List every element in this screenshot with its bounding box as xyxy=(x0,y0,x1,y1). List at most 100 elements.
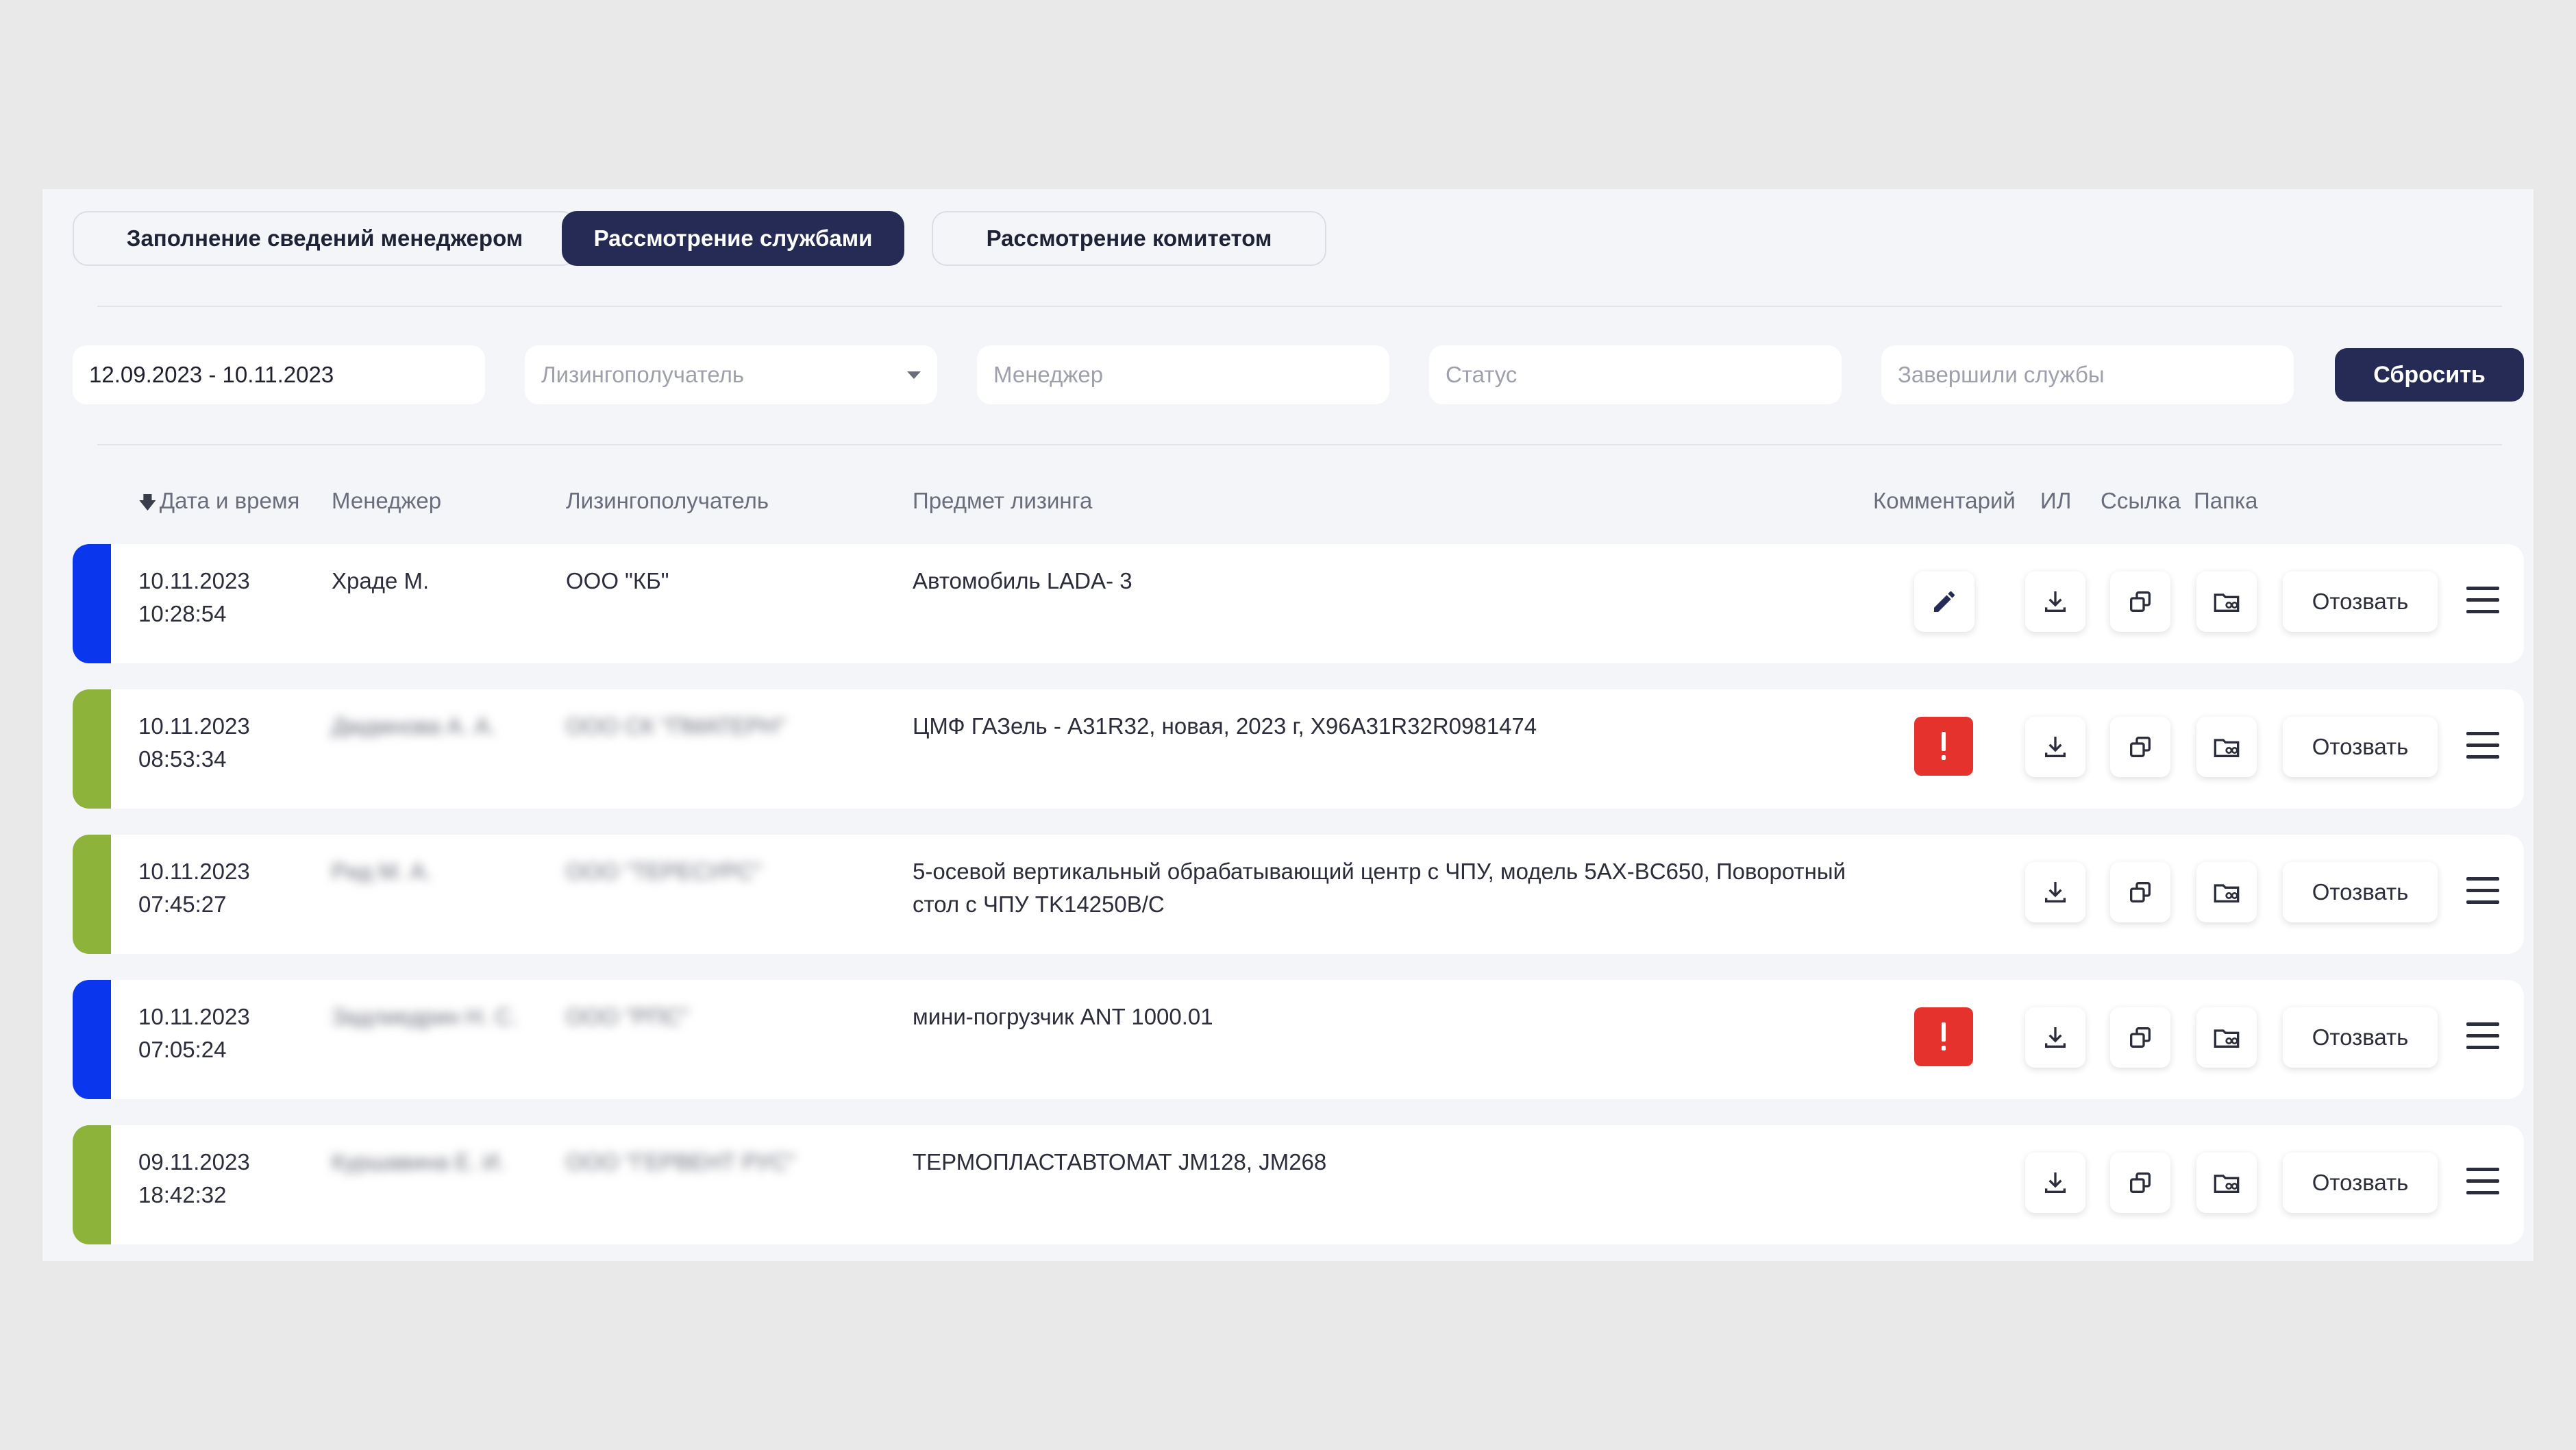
copy-icon xyxy=(2130,591,2151,612)
row-subject-line2: стол с ЧПУ TK14250B/C xyxy=(913,892,1165,917)
lessee-select[interactable]: Лизингополучатель xyxy=(525,345,937,404)
row-time: 07:05:24 xyxy=(138,1037,227,1062)
row-subject: Автомобиль LADA- 3 xyxy=(913,568,1132,593)
divider xyxy=(97,306,2502,307)
download-icon xyxy=(2045,1027,2066,1048)
panel: Заполнение сведений менеджером Рассмотре… xyxy=(42,189,2534,1261)
copy-icon xyxy=(2130,737,2151,757)
download-button[interactable] xyxy=(2025,717,2085,777)
row-menu-icon[interactable] xyxy=(2466,877,2499,905)
column-header-link: Ссылка xyxy=(2101,488,2181,513)
download-icon xyxy=(2045,882,2066,902)
warning-icon xyxy=(1942,732,1946,760)
row-lessee: ООО "ГЕРВЕНТ РУС" xyxy=(566,1149,795,1175)
warning-icon xyxy=(1942,1022,1946,1050)
folder-icon xyxy=(2214,1029,2240,1048)
download-button[interactable] xyxy=(2025,862,2085,922)
sort-down-icon: 🡇 xyxy=(138,492,157,513)
column-header-lessee: Лизингополучатель xyxy=(566,488,769,513)
row-menu-icon[interactable] xyxy=(2466,1168,2499,1195)
completed-services-input[interactable] xyxy=(1881,345,2294,404)
pencil-icon xyxy=(1934,591,1955,612)
folder-icon xyxy=(2214,739,2240,757)
download-icon xyxy=(2045,1172,2066,1193)
column-header-datetime[interactable]: 🡇 Дата и время xyxy=(138,488,299,520)
row-subject: ЦМФ ГАЗель - А31R32, новая, 2023 г, X96А… xyxy=(913,713,1537,739)
recall-button[interactable]: Отозвать xyxy=(2283,1007,2438,1068)
status-stripe xyxy=(73,835,111,954)
status-stripe xyxy=(73,689,111,809)
row-subject: 5-осевой вертикальный обрабатывающий цен… xyxy=(913,859,1846,884)
row-manager: Дмдмнова А. А. xyxy=(332,713,496,739)
row-manager: Храде М. xyxy=(332,568,430,593)
row-time: 08:53:34 xyxy=(138,746,227,772)
row-menu-icon[interactable] xyxy=(2466,1022,2499,1050)
table-row[interactable]: 09.11.2023 18:42:32 Куршавина Е. И. ООО … xyxy=(73,1125,2524,1244)
copy-icon xyxy=(2130,1172,2151,1193)
row-subject: мини-погрузчик ANT 1000.01 xyxy=(913,1004,1213,1029)
chevron-down-icon xyxy=(907,371,921,379)
column-header-comment: Комментарий xyxy=(1873,488,2016,513)
copy-link-button[interactable] xyxy=(2110,1007,2170,1068)
open-folder-button[interactable] xyxy=(2196,862,2257,922)
download-button[interactable] xyxy=(2025,572,2085,632)
row-date: 10.11.2023 xyxy=(138,713,250,739)
tab-manager-info[interactable]: Заполнение сведений менеджером xyxy=(73,211,577,266)
recall-button[interactable]: Отозвать xyxy=(2283,572,2438,632)
status-stripe xyxy=(73,544,111,663)
recall-button[interactable]: Отозвать xyxy=(2283,717,2438,777)
folder-icon xyxy=(2214,593,2240,612)
comment-warning-button[interactable] xyxy=(1914,717,1973,776)
open-folder-button[interactable] xyxy=(2196,1153,2257,1213)
row-lessee: ООО "РПС" xyxy=(566,1004,689,1029)
status-input[interactable] xyxy=(1429,345,1842,404)
download-icon xyxy=(2045,591,2066,612)
folder-icon xyxy=(2214,884,2240,902)
download-button[interactable] xyxy=(2025,1153,2085,1213)
download-button[interactable] xyxy=(2025,1007,2085,1068)
open-folder-button[interactable] xyxy=(2196,1007,2257,1068)
column-header-subject: Предмет лизинга xyxy=(913,488,1093,513)
edit-comment-button[interactable] xyxy=(1914,572,1974,632)
manager-input[interactable] xyxy=(977,345,1389,404)
lessee-select-placeholder: Лизингополучатель xyxy=(541,362,745,387)
row-menu-icon[interactable] xyxy=(2466,732,2499,759)
copy-icon xyxy=(2130,1027,2151,1048)
tab-services-review[interactable]: Рассмотрение службами xyxy=(562,211,904,266)
column-header-folder: Папка xyxy=(2194,488,2258,513)
column-header-manager: Менеджер xyxy=(332,488,442,513)
row-time: 10:28:54 xyxy=(138,601,227,626)
row-date: 10.11.2023 xyxy=(138,1004,250,1029)
copy-link-button[interactable] xyxy=(2110,862,2170,922)
table-row[interactable]: 10.11.2023 07:45:27 Рид М. А. ООО "ТЕРЕС… xyxy=(73,835,2524,954)
row-menu-icon[interactable] xyxy=(2466,587,2499,614)
recall-button[interactable]: Отозвать xyxy=(2283,1153,2438,1213)
download-icon xyxy=(2045,737,2066,757)
status-stripe xyxy=(73,1125,111,1244)
row-lessee: ООО СК "ПМАТЕРН" xyxy=(566,713,786,739)
copy-link-button[interactable] xyxy=(2110,717,2170,777)
copy-link-button[interactable] xyxy=(2110,1153,2170,1213)
row-lessee: ООО "ТЕРЕСУРС" xyxy=(566,859,761,884)
row-manager: Рид М. А. xyxy=(332,859,432,884)
row-manager: Куршавина Е. И. xyxy=(332,1149,506,1175)
open-folder-button[interactable] xyxy=(2196,572,2257,632)
tab-committee-review[interactable]: Рассмотрение комитетом xyxy=(932,211,1326,266)
status-stripe xyxy=(73,980,111,1099)
row-date: 10.11.2023 xyxy=(138,859,250,884)
divider xyxy=(97,444,2502,445)
column-header-datetime-label: Дата и время xyxy=(159,488,300,513)
row-time: 07:45:27 xyxy=(138,892,227,917)
comment-warning-button[interactable] xyxy=(1914,1007,1973,1066)
recall-button[interactable]: Отозвать xyxy=(2283,862,2438,922)
reset-button[interactable]: Сбросить xyxy=(2335,348,2524,402)
row-date: 09.11.2023 xyxy=(138,1149,250,1175)
date-range-input[interactable] xyxy=(73,345,485,404)
row-manager: Задлиедрин Н. С. xyxy=(332,1004,518,1029)
table-row[interactable]: 10.11.2023 07:05:24 Задлиедрин Н. С. ООО… xyxy=(73,980,2524,1099)
table-row[interactable]: 10.11.2023 10:28:54 Храде М. ООО "КБ" Ав… xyxy=(73,544,2524,663)
open-folder-button[interactable] xyxy=(2196,717,2257,777)
copy-link-button[interactable] xyxy=(2110,572,2170,632)
copy-icon xyxy=(2130,882,2151,902)
table-row[interactable]: 10.11.2023 08:53:34 Дмдмнова А. А. ООО С… xyxy=(73,689,2524,809)
